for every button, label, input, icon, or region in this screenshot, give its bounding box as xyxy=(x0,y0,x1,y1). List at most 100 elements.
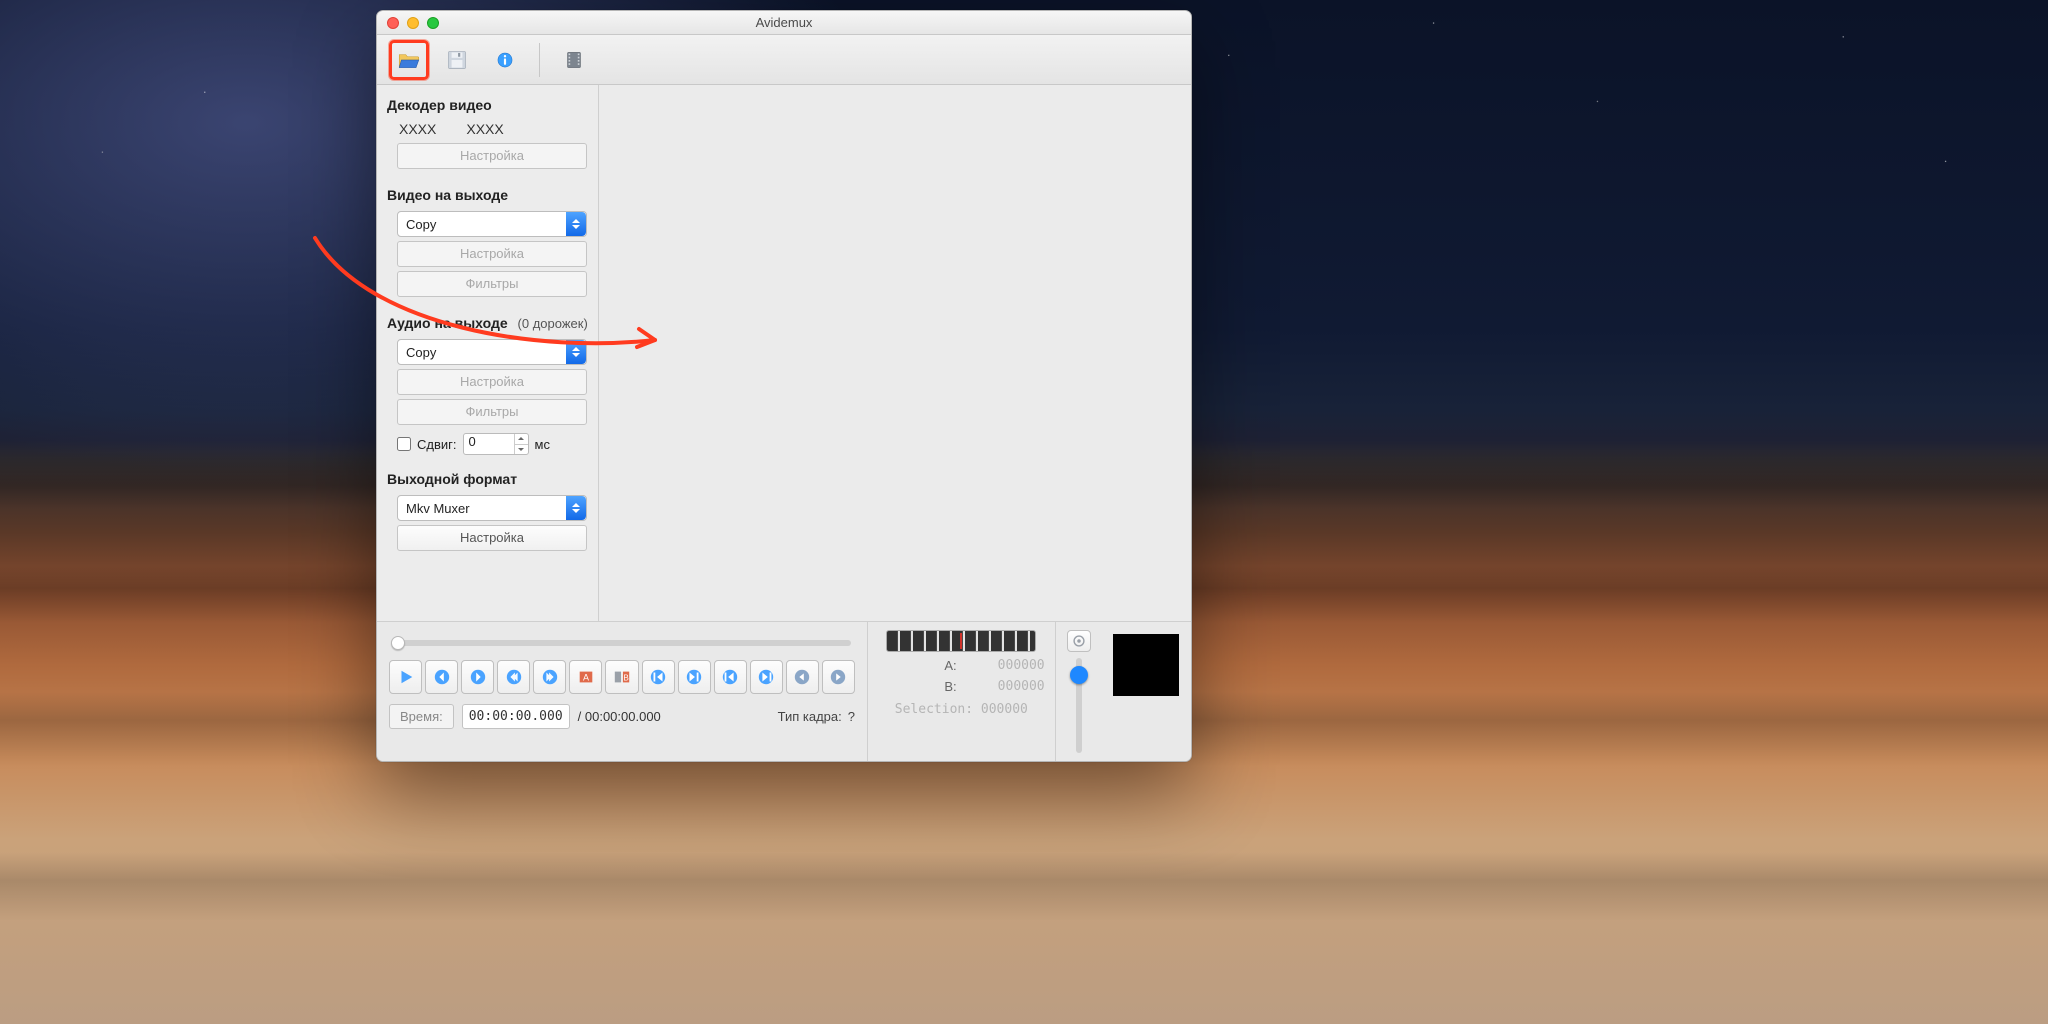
selection-value: 000000 xyxy=(981,702,1028,717)
video-preview-area xyxy=(599,85,1191,621)
frame-type-label: Тип кадра: xyxy=(778,709,842,724)
volume-mute-button[interactable] xyxy=(1067,630,1091,652)
video-configure-button[interactable]: Настройка xyxy=(397,241,587,267)
goto-first-icon xyxy=(721,668,739,686)
volume-panel xyxy=(1055,622,1102,761)
next-keyframe-button[interactable] xyxy=(533,660,566,694)
play-button[interactable] xyxy=(389,660,422,694)
arrow-left-icon xyxy=(433,668,451,686)
seek-thumb[interactable] xyxy=(391,636,405,650)
volume-thumb[interactable] xyxy=(1070,666,1088,684)
sidebar: Декодер видео XXXX XXXX Настройка Видео … xyxy=(377,85,599,621)
decoder-fourcc-out: XXXX xyxy=(466,121,503,137)
save-button[interactable] xyxy=(437,40,477,80)
film-clip-icon xyxy=(561,47,587,73)
next-frame-button[interactable] xyxy=(461,660,494,694)
next-black-frame-button[interactable] xyxy=(822,660,855,694)
titlebar: Avidemux xyxy=(377,11,1191,35)
audio-tracks-count: (0 дорожек) xyxy=(518,316,588,331)
decoder-configure-button[interactable]: Настройка xyxy=(397,143,587,169)
prev-keyframe-button[interactable] xyxy=(497,660,530,694)
app-window: Avidemux xyxy=(376,10,1192,762)
ab-panel: A: 000000 B: 000000 Selection: 000000 xyxy=(867,622,1055,761)
audio-shift-value: 0 xyxy=(469,434,476,449)
next-cut-button[interactable] xyxy=(678,660,711,694)
chevrons-icon xyxy=(566,212,586,236)
transport-panel: A B Время: 00:00:00.000 / 00:00:00.000 Т… xyxy=(377,621,1191,761)
seek-slider[interactable] xyxy=(393,640,851,646)
frame-type: Тип кадра: ? xyxy=(778,709,855,724)
play-icon xyxy=(397,668,415,686)
skip-end-icon xyxy=(685,668,703,686)
frame-type-value: ? xyxy=(848,709,855,724)
marker-a-label: A: xyxy=(944,658,956,673)
output-muxer-value: Mkv Muxer xyxy=(398,501,470,516)
decoder-fourcc-row: XXXX XXXX xyxy=(399,121,590,137)
output-muxer-select[interactable]: Mkv Muxer xyxy=(397,495,587,521)
chevrons-icon xyxy=(566,340,586,364)
info-button[interactable] xyxy=(485,40,525,80)
calculator-button[interactable] xyxy=(554,40,594,80)
window-maximize-button[interactable] xyxy=(427,17,439,29)
fast-forward-icon xyxy=(541,668,559,686)
transport-left: A B Время: 00:00:00.000 / 00:00:00.000 Т… xyxy=(377,622,867,761)
video-codec-select[interactable]: Copy xyxy=(397,211,587,237)
arrow-right-icon xyxy=(469,668,487,686)
video-filters-button[interactable]: Фильтры xyxy=(397,271,587,297)
save-floppy-icon xyxy=(444,47,470,73)
audio-configure-button[interactable]: Настройка xyxy=(397,369,587,395)
audio-shift-unit: мс xyxy=(535,437,550,452)
selection-label: Selection: xyxy=(895,702,973,717)
audio-shift-label: Сдвиг: xyxy=(417,437,457,452)
marker-a-icon: A xyxy=(577,668,595,686)
marker-b-value: 000000 xyxy=(965,679,1045,694)
time-row: Время: 00:00:00.000 / 00:00:00.000 Тип к… xyxy=(389,704,855,729)
video-codec-value: Copy xyxy=(398,217,436,232)
goto-start-button[interactable] xyxy=(714,660,747,694)
audio-filters-button[interactable]: Фильтры xyxy=(397,399,587,425)
thumbnail-preview xyxy=(1113,634,1179,696)
window-minimize-button[interactable] xyxy=(407,17,419,29)
thumbnail-panel xyxy=(1102,622,1191,761)
open-folder-icon xyxy=(396,47,422,73)
window-body: Декодер видео XXXX XXXX Настройка Видео … xyxy=(377,85,1191,621)
marker-b-label: B: xyxy=(944,679,956,694)
prev-frame-button[interactable] xyxy=(425,660,458,694)
svg-text:B: B xyxy=(623,674,628,683)
decoder-fourcc-in: XXXX xyxy=(399,121,436,137)
jog-wheel[interactable] xyxy=(886,630,1036,652)
open-file-button[interactable] xyxy=(389,40,429,80)
set-marker-a-button[interactable]: A xyxy=(569,660,602,694)
window-title: Avidemux xyxy=(377,15,1191,30)
audio-codec-select[interactable]: Copy xyxy=(397,339,587,365)
toolbar-separator xyxy=(539,43,540,77)
rewind-icon xyxy=(505,668,523,686)
video-output-heading: Видео на выходе xyxy=(387,187,590,203)
marker-a-value: 000000 xyxy=(965,658,1045,673)
window-close-button[interactable] xyxy=(387,17,399,29)
time-button[interactable]: Время: xyxy=(389,704,454,729)
svg-text:A: A xyxy=(583,673,589,683)
prev-black-frame-button[interactable] xyxy=(786,660,819,694)
prev-cut-button[interactable] xyxy=(642,660,675,694)
output-configure-button[interactable]: Настройка xyxy=(397,525,587,551)
volume-slider[interactable] xyxy=(1076,658,1082,753)
stepper-icon[interactable] xyxy=(514,434,528,454)
window-controls xyxy=(387,17,439,29)
set-marker-b-button[interactable]: B xyxy=(605,660,638,694)
audio-shift-checkbox[interactable] xyxy=(397,437,411,451)
speaker-icon xyxy=(1072,634,1086,648)
search-fwd-icon xyxy=(829,668,847,686)
toolbar xyxy=(377,35,1191,85)
goto-end-button[interactable] xyxy=(750,660,783,694)
output-format-heading: Выходной формат xyxy=(387,471,590,487)
audio-shift-row: Сдвиг: 0 мс xyxy=(397,433,590,455)
audio-output-heading: Аудио на выходе (0 дорожек) xyxy=(387,315,590,331)
goto-last-icon xyxy=(757,668,775,686)
info-icon xyxy=(492,47,518,73)
search-back-icon xyxy=(793,668,811,686)
skip-start-icon xyxy=(649,668,667,686)
audio-shift-input[interactable]: 0 xyxy=(463,433,529,455)
video-decoder-heading: Декодер видео xyxy=(387,97,590,113)
current-time-field[interactable]: 00:00:00.000 xyxy=(462,704,570,729)
